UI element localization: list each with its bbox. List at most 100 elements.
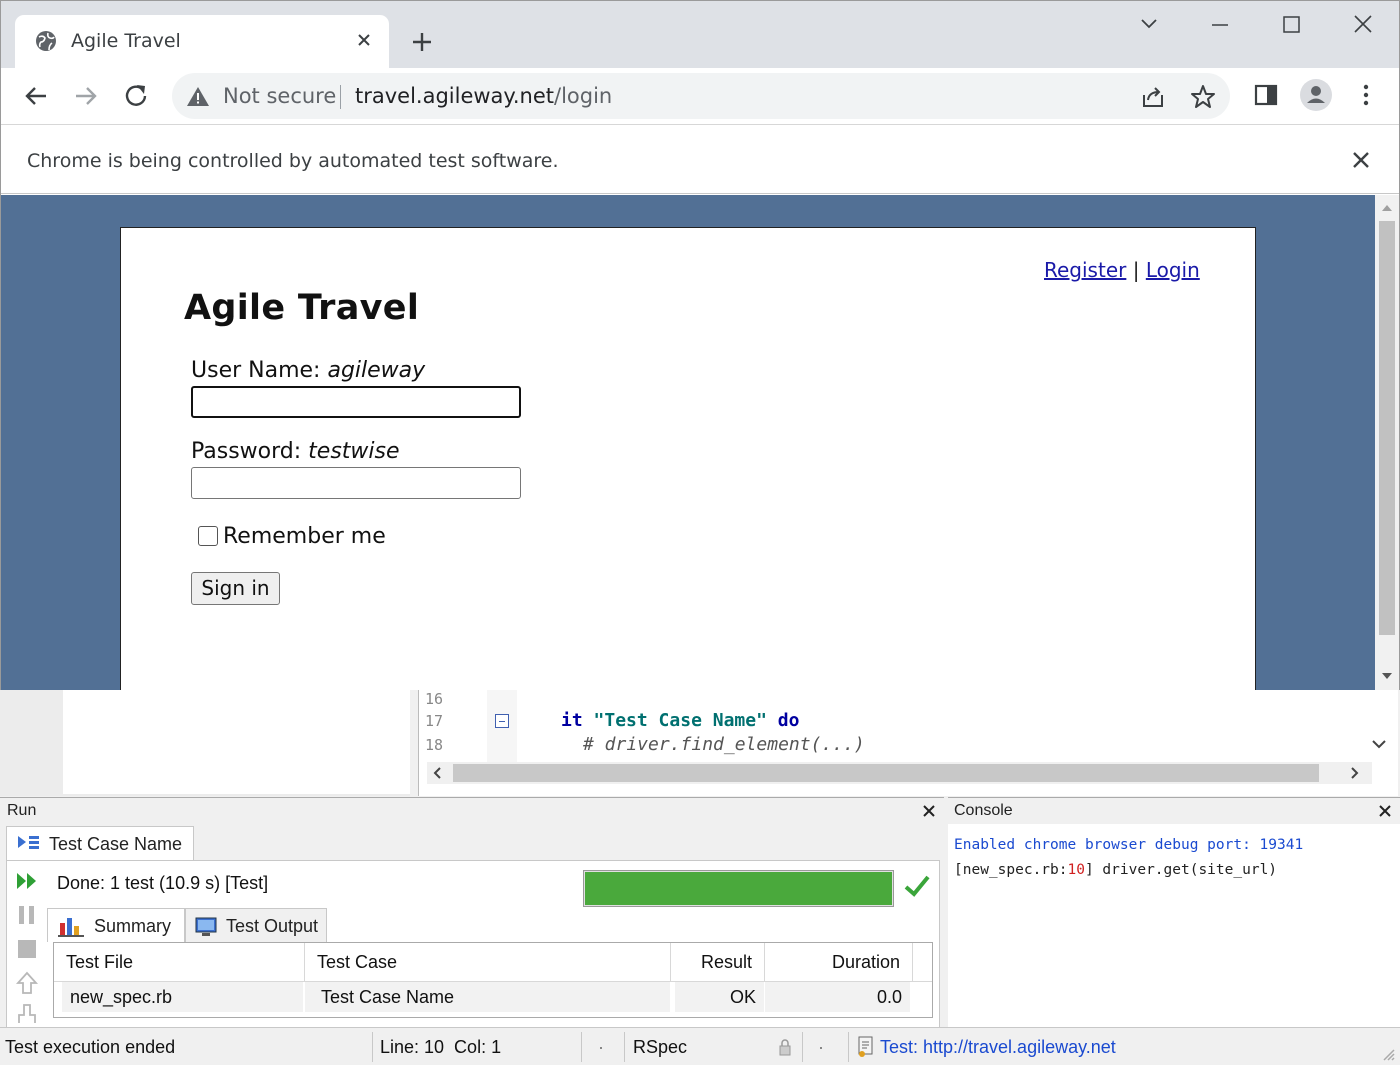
back-icon[interactable] — [21, 81, 51, 111]
title-bar: Agile Travel — [1, 1, 1399, 68]
label-text: Password: — [191, 439, 302, 464]
username-field[interactable] — [191, 386, 521, 418]
results-table: Test File Test Case Result Duration new_… — [53, 942, 933, 1018]
divider — [340, 85, 341, 109]
remember-me-checkbox[interactable] — [198, 526, 218, 546]
panel-title: Console — [954, 802, 1013, 819]
divider — [372, 1032, 373, 1062]
close-icon[interactable] — [920, 802, 938, 820]
scroll-right-icon[interactable] — [1347, 766, 1361, 780]
step-up-icon[interactable] — [15, 971, 39, 995]
scroll-up-icon[interactable] — [1380, 201, 1394, 215]
run-status-text: Done: 1 test (10.9 s) [Test] — [57, 873, 269, 893]
link-separator: | — [1132, 258, 1140, 282]
table-cell[interactable]: new_spec.rb — [62, 982, 304, 1012]
tab-label: Summary — [94, 916, 172, 936]
ide-project-tree — [63, 690, 410, 794]
test-progress-bar — [583, 870, 894, 907]
url-text[interactable]: travel.agileway.net/login — [355, 84, 612, 108]
close-window-icon[interactable] — [1343, 11, 1383, 39]
page-scrollbar[interactable] — [1375, 195, 1399, 690]
column-header[interactable]: Test File — [54, 943, 305, 981]
console-text: ] driver.get(site_url) — [1084, 862, 1278, 878]
more-menu-icon[interactable] — [1351, 80, 1381, 110]
fold-collapse-icon[interactable] — [495, 714, 509, 728]
username-label: User Name: agileway — [191, 358, 425, 383]
url-host: travel.agileway.net — [355, 84, 554, 108]
tab-label: Test Case Name — [49, 834, 183, 854]
pause-icon[interactable] — [15, 903, 39, 927]
scroll-left-icon[interactable] — [431, 766, 445, 780]
automation-infobar: Chrome is being controlled by automated … — [1, 126, 1399, 194]
reload-icon[interactable] — [121, 81, 151, 111]
horizontal-scrollbar[interactable] — [427, 762, 1372, 784]
monitor-icon — [195, 917, 217, 936]
table-cell[interactable]: 0.0 — [765, 982, 911, 1012]
divider — [802, 1032, 803, 1062]
step-icon[interactable] — [15, 1001, 39, 1025]
warning-icon[interactable] — [186, 85, 210, 107]
address-bar[interactable]: Not secure travel.agileway.net/login — [172, 73, 1230, 119]
tab-search-icon[interactable] — [1129, 11, 1169, 39]
table-cell[interactable]: Test Case Name — [305, 982, 671, 1012]
register-link[interactable]: Register — [1044, 258, 1126, 282]
status-dot: · — [598, 1037, 604, 1057]
table-cell[interactable]: OK — [675, 982, 765, 1012]
password-hint: testwise — [308, 439, 400, 464]
tab-test-output[interactable]: Test Output — [185, 908, 327, 942]
code-editor[interactable]: 16 17 18 it "Test Case Name" do # driver… — [418, 690, 1398, 796]
divider — [581, 1032, 582, 1062]
status-message: Test execution ended — [5, 1037, 176, 1057]
status-dot: · — [818, 1037, 824, 1057]
new-tab-icon[interactable] — [407, 29, 437, 55]
console-line-number: 10 — [1067, 862, 1085, 878]
sign-in-button[interactable]: Sign in — [191, 572, 280, 605]
line-number: 18 — [425, 736, 444, 754]
column-header[interactable]: Duration — [765, 943, 913, 981]
resize-grip-icon[interactable] — [1380, 1046, 1396, 1062]
maximize-icon[interactable] — [1271, 11, 1311, 39]
browser-window: Agile Travel Not secure travel.agileway.… — [0, 0, 1400, 690]
password-field[interactable] — [191, 467, 521, 499]
check-icon — [904, 875, 930, 897]
test-run-icon — [18, 836, 39, 849]
line-number: 17 — [425, 712, 444, 730]
code-line[interactable]: it "Test Case Name" do — [561, 710, 799, 731]
code-string: "Test Case Name" — [593, 710, 767, 731]
forward-icon[interactable] — [71, 81, 101, 111]
status-bar: Test execution ended Line: 10 Col: 1 · R… — [0, 1027, 1400, 1065]
remember-me-label[interactable]: Remember me — [223, 524, 386, 549]
test-target-link[interactable]: Test: http://travel.agileway.net — [880, 1037, 1116, 1058]
column-header[interactable]: Result — [671, 943, 765, 981]
stop-icon[interactable] — [15, 937, 39, 961]
close-icon[interactable] — [1349, 148, 1373, 172]
scroll-down-icon[interactable] — [1380, 669, 1394, 683]
close-icon[interactable] — [1376, 802, 1394, 820]
browser-tab[interactable]: Agile Travel — [15, 15, 389, 68]
tab-test-case[interactable]: Test Case Name — [6, 826, 194, 860]
run-all-icon[interactable] — [15, 869, 39, 893]
test-target-icon — [858, 1036, 873, 1057]
scroll-down-icon[interactable] — [1371, 736, 1387, 752]
console-line: Enabled chrome browser debug port: 19341 — [954, 837, 1304, 853]
console-text: [new_spec.rb: — [954, 862, 1068, 878]
side-panel-icon[interactable] — [1251, 80, 1281, 110]
close-icon[interactable] — [353, 29, 375, 51]
minimize-icon[interactable] — [1200, 11, 1240, 39]
browser-toolbar: Not secure travel.agileway.net/login — [1, 68, 1399, 125]
scrollbar-thumb[interactable] — [1379, 221, 1395, 635]
bookmark-star-icon[interactable] — [1189, 83, 1217, 111]
password-label: Password: testwise — [191, 439, 400, 464]
tab-summary[interactable]: Summary — [47, 908, 185, 942]
share-icon[interactable] — [1139, 83, 1167, 111]
code-line[interactable]: # driver.find_element(...) — [583, 734, 865, 755]
page-viewport: Register | Login Agile Travel User Name:… — [1, 195, 1375, 690]
tab-label: Test Output — [226, 916, 319, 936]
profile-avatar-icon[interactable] — [1299, 78, 1333, 112]
divider — [624, 1032, 625, 1062]
globe-icon — [36, 31, 56, 51]
security-label[interactable]: Not secure — [223, 84, 336, 108]
login-link[interactable]: Login — [1146, 258, 1200, 282]
scrollbar-thumb[interactable] — [453, 764, 1319, 782]
column-header[interactable]: Test Case — [305, 943, 671, 981]
